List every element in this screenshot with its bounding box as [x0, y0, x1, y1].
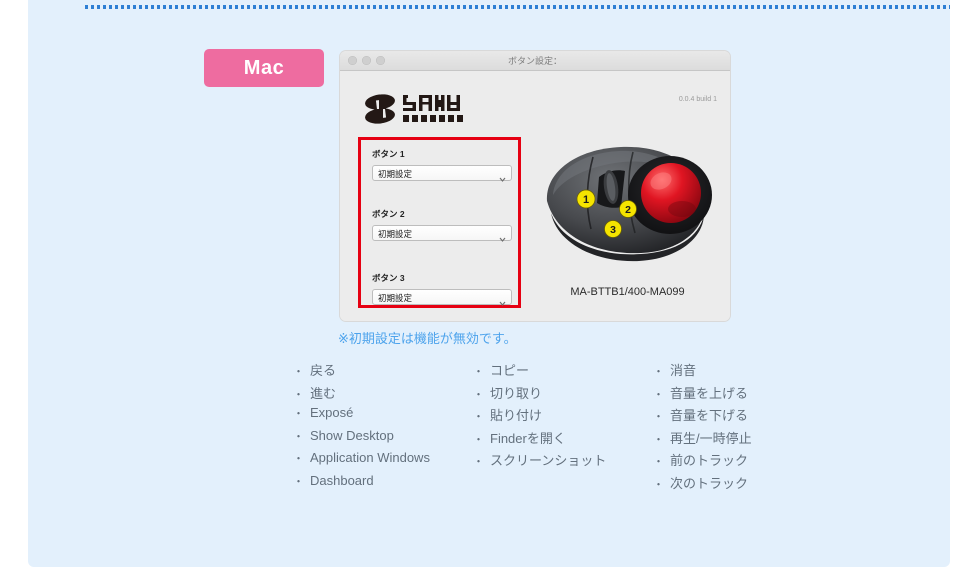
bullet-icon: ・ [293, 475, 304, 488]
list-item-label: 前のトラック [670, 453, 749, 468]
list-item-label: 貼り付け [490, 408, 543, 423]
list-item: ・ Application Windows [293, 450, 473, 473]
callout-1: 1 [576, 189, 596, 209]
bullet-icon: ・ [473, 366, 484, 378]
feature-column-3: ・ 消音 ・ 音量を上げる ・ 音量を下げる ・ 再生/一時停止 ・ 前のトラッ… [653, 360, 833, 495]
window-body: 0.0.4 build 1 ボタン 1 初期設定 ボタン 2 初期設定 ボタン … [340, 71, 730, 321]
bullet-icon: ・ [653, 388, 664, 401]
button-2-selected-value: 初期設定 [378, 229, 413, 239]
bullet-icon: ・ [653, 366, 664, 378]
window-title: ボタン設定： [507, 56, 562, 66]
list-item: ・ 音量を下げる [653, 405, 833, 428]
note-text: ※初期設定は機能が無効です。 [338, 331, 517, 346]
list-item: ・ 切り取り [473, 383, 653, 406]
device-model-label: MA-BTTB1/400-MA099 [570, 286, 685, 298]
button-3-label: ボタン 3 [372, 273, 405, 283]
bullet-icon: ・ [653, 411, 664, 423]
list-item-label: コピー [490, 363, 530, 378]
bullet-icon: ・ [293, 430, 304, 443]
list-item: ・ 音量を上げる [653, 383, 833, 406]
list-item: ・ Show Desktop [293, 428, 473, 451]
list-item-label: Show Desktop [310, 427, 394, 443]
feature-column-2: ・ コピー ・ 切り取り ・ 貼り付け ・ Finderを開く ・ スクリーンシ… [473, 360, 653, 495]
list-item-label: 音量を上げる [670, 385, 749, 401]
svg-text:3: 3 [610, 224, 616, 236]
button-3-selected-value: 初期設定 [378, 293, 413, 303]
list-item-label: Dashboard [310, 472, 374, 488]
bullet-icon: ・ [653, 478, 664, 491]
list-item-label: 戻る [310, 363, 337, 378]
list-item: ・ 戻る [293, 360, 473, 383]
button-settings-group: ボタン 1 初期設定 ボタン 2 初期設定 ボタン 3 初期設定 [358, 137, 521, 308]
callout-3: 3 [604, 220, 622, 238]
feature-list: ・ 戻る ・ 進む ・ Exposé ・ Show Desktop ・ Appl… [293, 360, 833, 495]
app-window: ボタン設定： 0.0.4 build 1 ボタン 1 初期設定 ボタン 2 初期… [340, 51, 730, 321]
platform-badge-mac: Mac [204, 49, 324, 87]
bullet-icon: ・ [473, 456, 484, 468]
list-item: ・ 次のトラック [653, 473, 833, 496]
svg-text:2: 2 [625, 204, 631, 216]
list-item-label: Application Windows [310, 450, 430, 465]
bullet-icon: ・ [293, 366, 304, 378]
sanwa-logo-icon [365, 93, 475, 125]
list-item-label: 進む [310, 385, 337, 401]
bullet-icon: ・ [293, 453, 304, 465]
bullet-icon: ・ [293, 388, 304, 401]
bullet-icon: ・ [653, 433, 664, 446]
chevron-down-icon [499, 230, 506, 242]
device-illustration: 1 2 3 MA-BTTB1/400-MA099 [535, 133, 720, 313]
bullet-icon: ・ [653, 456, 664, 468]
list-item: ・ 再生/一時停止 [653, 428, 833, 451]
feature-column-1: ・ 戻る ・ 進む ・ Exposé ・ Show Desktop ・ Appl… [293, 360, 473, 495]
button-1-label: ボタン 1 [372, 149, 405, 159]
svg-text:1: 1 [583, 194, 589, 206]
bullet-icon: ・ [473, 411, 484, 423]
bullet-icon: ・ [293, 408, 304, 420]
bullet-icon: ・ [473, 388, 484, 401]
list-item: ・ 前のトラック [653, 450, 833, 473]
list-item: ・ Dashboard [293, 473, 473, 496]
button-1-selected-value: 初期設定 [378, 169, 413, 179]
list-item: ・ スクリーンショット [473, 450, 653, 473]
app-version-label: 0.0.4 build 1 [678, 96, 717, 103]
chevron-down-icon [499, 294, 506, 306]
content-panel: Mac ボタン設定： 0.0.4 build 1 ボタン 1 初期設定 ボタン … [28, 0, 950, 567]
list-item-label: 消音 [670, 363, 697, 378]
list-item: ・ 進む [293, 383, 473, 406]
list-item-label: 切り取り [490, 385, 543, 401]
list-item: ・ 消音 [653, 360, 833, 383]
list-item-label: Exposé [310, 405, 354, 420]
list-item-label: 次のトラック [670, 475, 749, 491]
button-2-select[interactable]: 初期設定 [372, 225, 512, 242]
list-item-label: 再生/一時停止 [670, 430, 752, 446]
callout-2: 2 [619, 200, 637, 218]
chevron-down-icon [499, 170, 506, 182]
button-3-select[interactable]: 初期設定 [372, 289, 512, 306]
list-item-label: 音量を下げる [670, 408, 749, 423]
list-item: ・ コピー [473, 360, 653, 383]
bullet-icon: ・ [473, 433, 484, 446]
list-item-label: Finderを開く [490, 430, 566, 446]
button-3-field: ボタン 3 初期設定 [372, 272, 512, 306]
list-item: ・ Finderを開く [473, 428, 653, 451]
button-2-field: ボタン 2 初期設定 [372, 208, 512, 242]
button-1-field: ボタン 1 初期設定 [372, 148, 512, 182]
list-item: ・ Exposé [293, 405, 473, 428]
window-titlebar: ボタン設定： [340, 51, 730, 71]
list-item: ・ 貼り付け [473, 405, 653, 428]
dotted-divider [85, 5, 950, 9]
button-2-label: ボタン 2 [372, 209, 405, 219]
list-item-label: スクリーンショット [490, 453, 607, 468]
button-1-select[interactable]: 初期設定 [372, 165, 512, 182]
